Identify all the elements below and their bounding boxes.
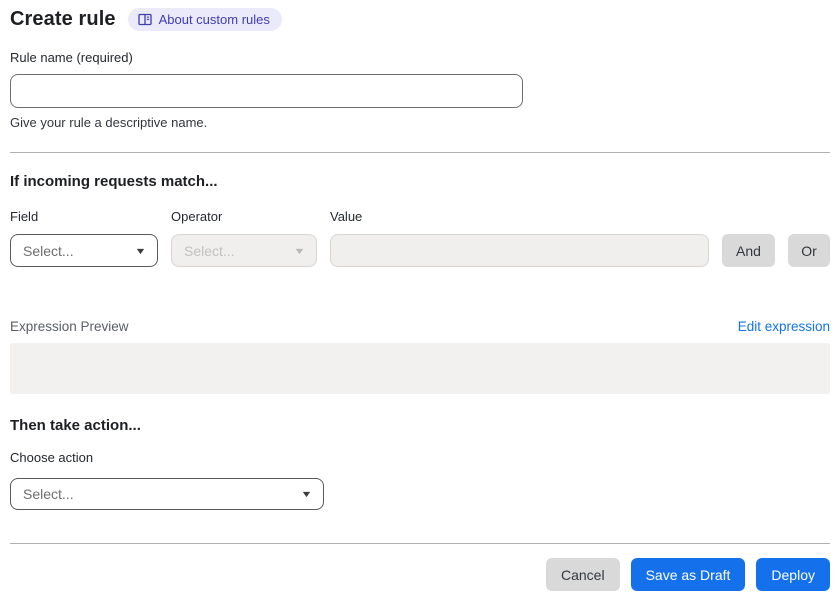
expression-section: Expression Preview Edit expression [10, 319, 830, 394]
action-section: Then take action... Choose action Select… [10, 417, 830, 510]
page-title: Create rule [10, 8, 116, 30]
chevron-down-icon: ▼ [293, 245, 306, 256]
footer-actions: Cancel Save as Draft Deploy [10, 558, 830, 591]
edit-expression-link[interactable]: Edit expression [738, 319, 830, 334]
choose-action-label: Choose action [10, 450, 94, 465]
match-controls: Field Operator Value Select... ▼ Select.… [10, 209, 830, 267]
expression-preview-label: Expression Preview [10, 319, 129, 334]
expression-preview-box [10, 343, 830, 394]
field-select-placeholder: Select... [23, 242, 74, 259]
operator-select: Select... ▼ [171, 234, 317, 267]
page-header: Create rule About custom rules [10, 8, 830, 31]
or-button[interactable]: Or [788, 234, 830, 267]
rule-name-helper: Give your rule a descriptive name. [10, 115, 208, 130]
save-as-draft-button[interactable]: Save as Draft [630, 558, 746, 591]
rule-name-label: Rule name (required) [10, 50, 133, 65]
rule-name-input[interactable] [10, 74, 523, 108]
action-select-placeholder: Select... [23, 486, 74, 502]
about-custom-rules-label: About custom rules [158, 12, 270, 27]
deploy-button[interactable]: Deploy [756, 558, 830, 591]
field-label: Field [10, 209, 39, 224]
value-input [330, 234, 709, 267]
section-divider-bottom [10, 543, 830, 544]
rule-name-section: Rule name (required) Give your rule a de… [10, 50, 830, 130]
action-select[interactable]: Select... ▼ [10, 478, 324, 510]
match-section: If incoming requests match... Field Oper… [10, 173, 830, 267]
chevron-down-icon: ▼ [300, 489, 313, 499]
section-divider-top [10, 152, 830, 153]
cancel-button[interactable]: Cancel [545, 558, 620, 591]
book-icon [137, 13, 152, 26]
action-section-title: Then take action... [10, 417, 141, 434]
field-select[interactable]: Select... ▼ [10, 234, 158, 267]
value-label: Value [330, 209, 363, 224]
chevron-down-icon: ▼ [134, 245, 147, 256]
operator-select-placeholder: Select... [184, 242, 235, 259]
and-button[interactable]: And [722, 234, 775, 267]
about-custom-rules-link[interactable]: About custom rules [127, 8, 282, 31]
match-section-title: If incoming requests match... [10, 173, 218, 190]
expression-header: Expression Preview Edit expression [10, 319, 830, 334]
operator-label: Operator [171, 209, 223, 224]
